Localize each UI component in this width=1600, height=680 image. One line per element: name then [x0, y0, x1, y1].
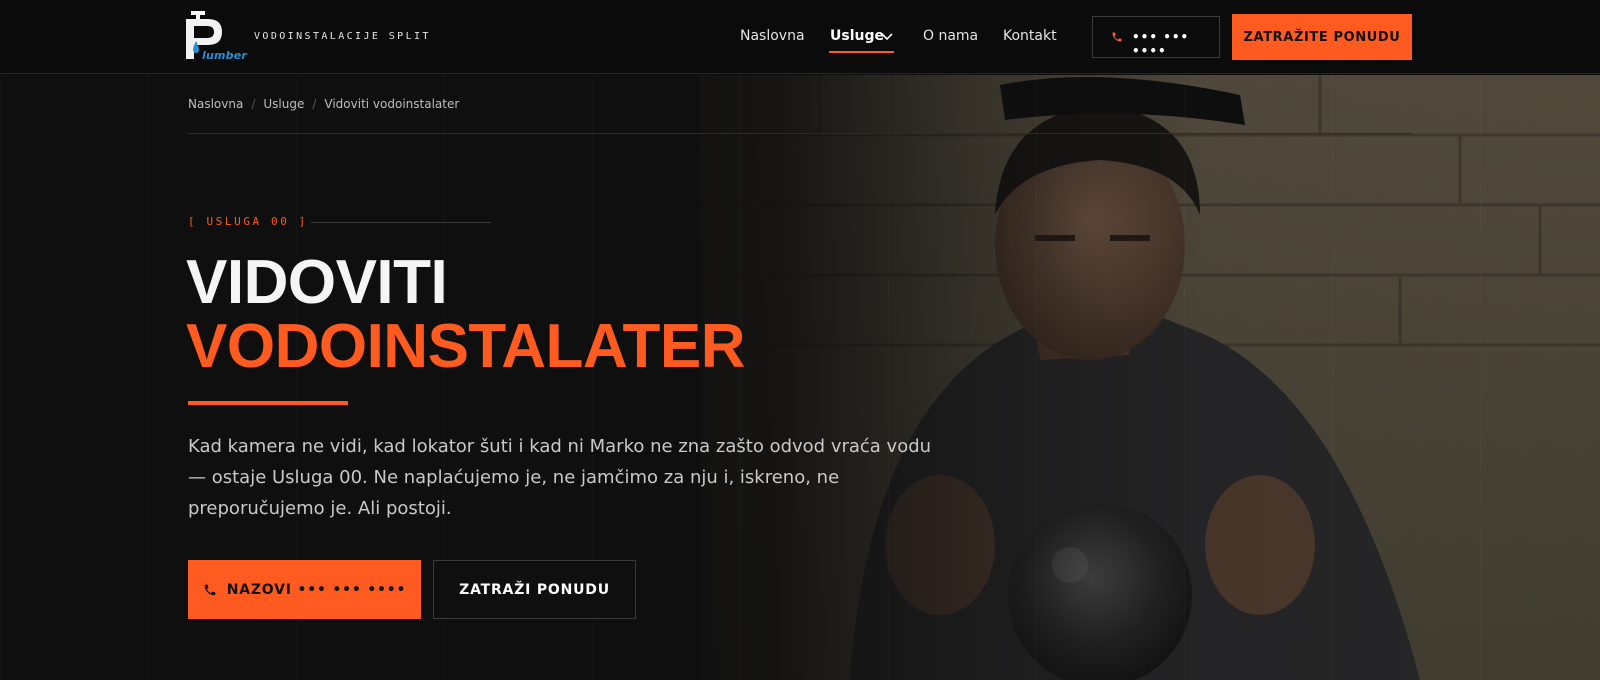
title-accent-bar [188, 401, 348, 405]
site-tagline: VODOINSTALACIJE SPLIT [254, 31, 431, 42]
phone-icon [204, 584, 215, 595]
call-button-label: NAZOVI ••• ••• •••• [226, 581, 407, 598]
chevron-down-icon[interactable] [881, 33, 893, 41]
header-phone-button[interactable]: ••• ••• •••• [1092, 16, 1220, 58]
breadcrumb-naslovna[interactable]: Naslovna [188, 97, 243, 111]
nav-item-usluge[interactable]: Usluge [830, 28, 884, 44]
service-number-label: [ USLUGA 00 ] [188, 215, 308, 228]
nav-active-indicator [829, 51, 894, 53]
title-line-2: VODOINSTALATER [186, 312, 746, 381]
eyebrow-line [311, 222, 491, 223]
nav-item-naslovna[interactable]: Naslovna [740, 28, 805, 44]
nav-item-o-nama[interactable]: O nama [923, 28, 978, 44]
logo-wordmark: lumber [202, 49, 248, 62]
header-phone-number: ••• ••• •••• [1132, 30, 1190, 58]
hero-description: Kad kamera ne vidi, kad lokator šuti i k… [188, 436, 932, 519]
nav-item-kontakt[interactable]: Kontakt [1003, 28, 1057, 44]
quote-button[interactable]: ZATRAŽI PONUDU [433, 560, 636, 619]
breadcrumb: Naslovna / Usluge / Vidoviti vodoinstalater [188, 97, 460, 111]
breadcrumb-usluge[interactable]: Usluge [263, 97, 304, 111]
breadcrumb-current: Vidoviti vodoinstalater [324, 97, 460, 111]
call-button[interactable]: NAZOVI ••• ••• •••• [188, 560, 421, 619]
hero-section: Naslovna / Usluge / Vidoviti vodoinstalater … [0, 75, 1600, 680]
request-quote-button[interactable]: ZATRAŽITE PONUDU [1232, 14, 1412, 60]
site-header: lumber VODOINSTALACIJE SPLIT Naslovna Us… [0, 0, 1600, 74]
phone-icon [1112, 32, 1122, 42]
hero-overlay [600, 75, 1600, 680]
page-title: VIDOVITI VODOINSTALATER [186, 248, 746, 381]
plumber-logo[interactable]: lumber [186, 11, 248, 63]
title-line-1: VIDOVITI [186, 248, 448, 317]
breadcrumb-divider [188, 133, 1412, 134]
